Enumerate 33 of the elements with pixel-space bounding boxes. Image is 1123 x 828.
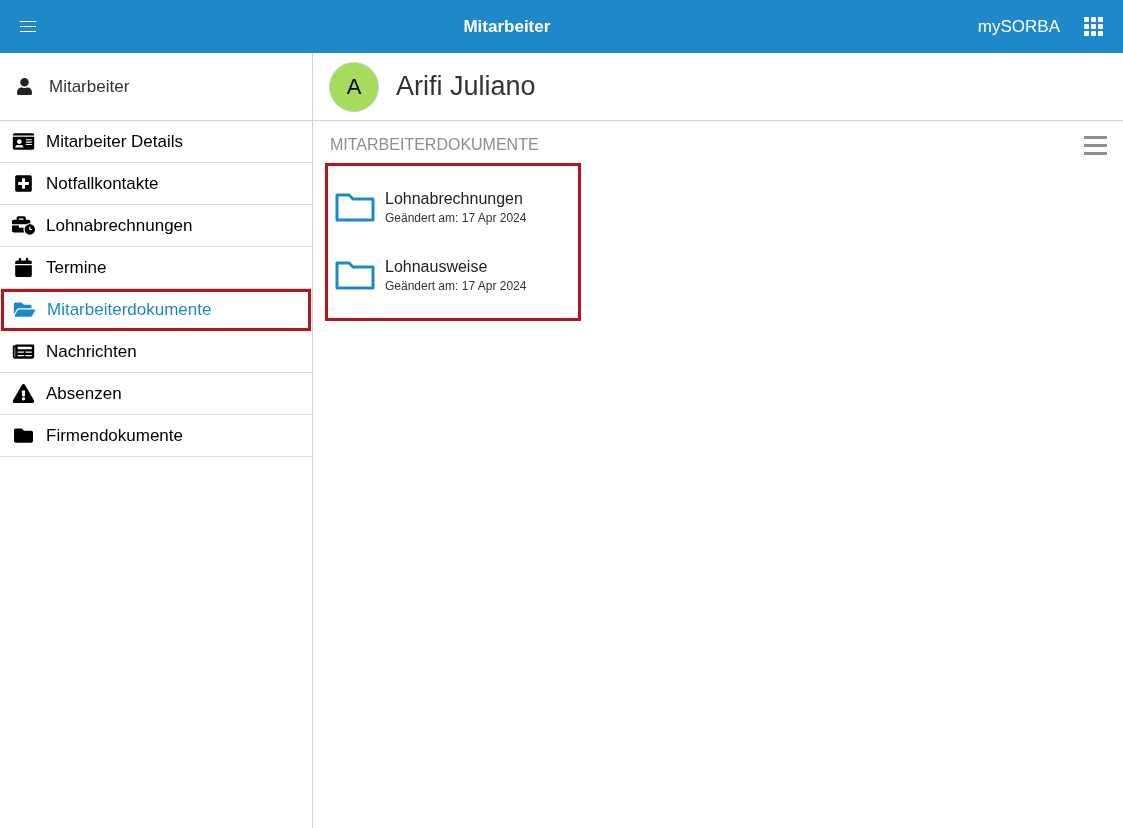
sidebar-item[interactable]: Mitarbeiterdokumente [1,289,311,331]
folder-name: Lohnabrechnungen [385,189,524,209]
sidebar-item[interactable]: Mitarbeiter Details [0,121,312,163]
folder-item[interactable]: Lohnabrechnungen Geändert am: 17 Apr 2024 [328,174,578,242]
sidebar-item[interactable]: Absenzen [0,373,312,415]
sidebar-item[interactable]: Lohnabrechnungen [0,205,312,247]
calendar-icon [12,258,35,277]
id-card-icon [12,132,35,151]
folder-name: Lohnausweise [385,257,489,277]
sidebar-item[interactable]: Firmendokumente [0,415,312,457]
menu-icon[interactable] [20,21,36,32]
employee-name: Arifi Juliano [396,70,536,104]
apps-grid-icon[interactable] [1084,17,1103,36]
sidebar-item[interactable]: Nachrichten [0,331,312,373]
open-folder-icon [13,300,36,319]
folder-icon [12,426,35,445]
modified-date: Geändert am: 17 Apr 2024 [385,278,527,295]
person-icon [16,78,33,95]
folder-outline-icon [334,192,376,224]
brand-name: mySORBA [977,15,1060,38]
page-title: Mitarbeiter [462,15,552,38]
section-heading: MITARBEITERDOKUMENTE [330,135,539,155]
briefcase-clock-icon [12,216,35,235]
avatar: A [329,61,379,112]
warning-icon [12,384,35,403]
sidebar-item[interactable]: Termine [0,247,312,289]
sidebar-header: Mitarbeiter [49,75,130,98]
list-menu-icon[interactable] [1084,135,1107,155]
newspaper-icon [12,342,35,361]
modified-date: Geändert am: 17 Apr 2024 [385,210,527,227]
sidebar-item[interactable]: Notfallkontakte [0,163,312,205]
folder-outline-icon [334,260,376,292]
folder-item[interactable]: Lohnausweise Geändert am: 17 Apr 2024 [328,242,578,310]
